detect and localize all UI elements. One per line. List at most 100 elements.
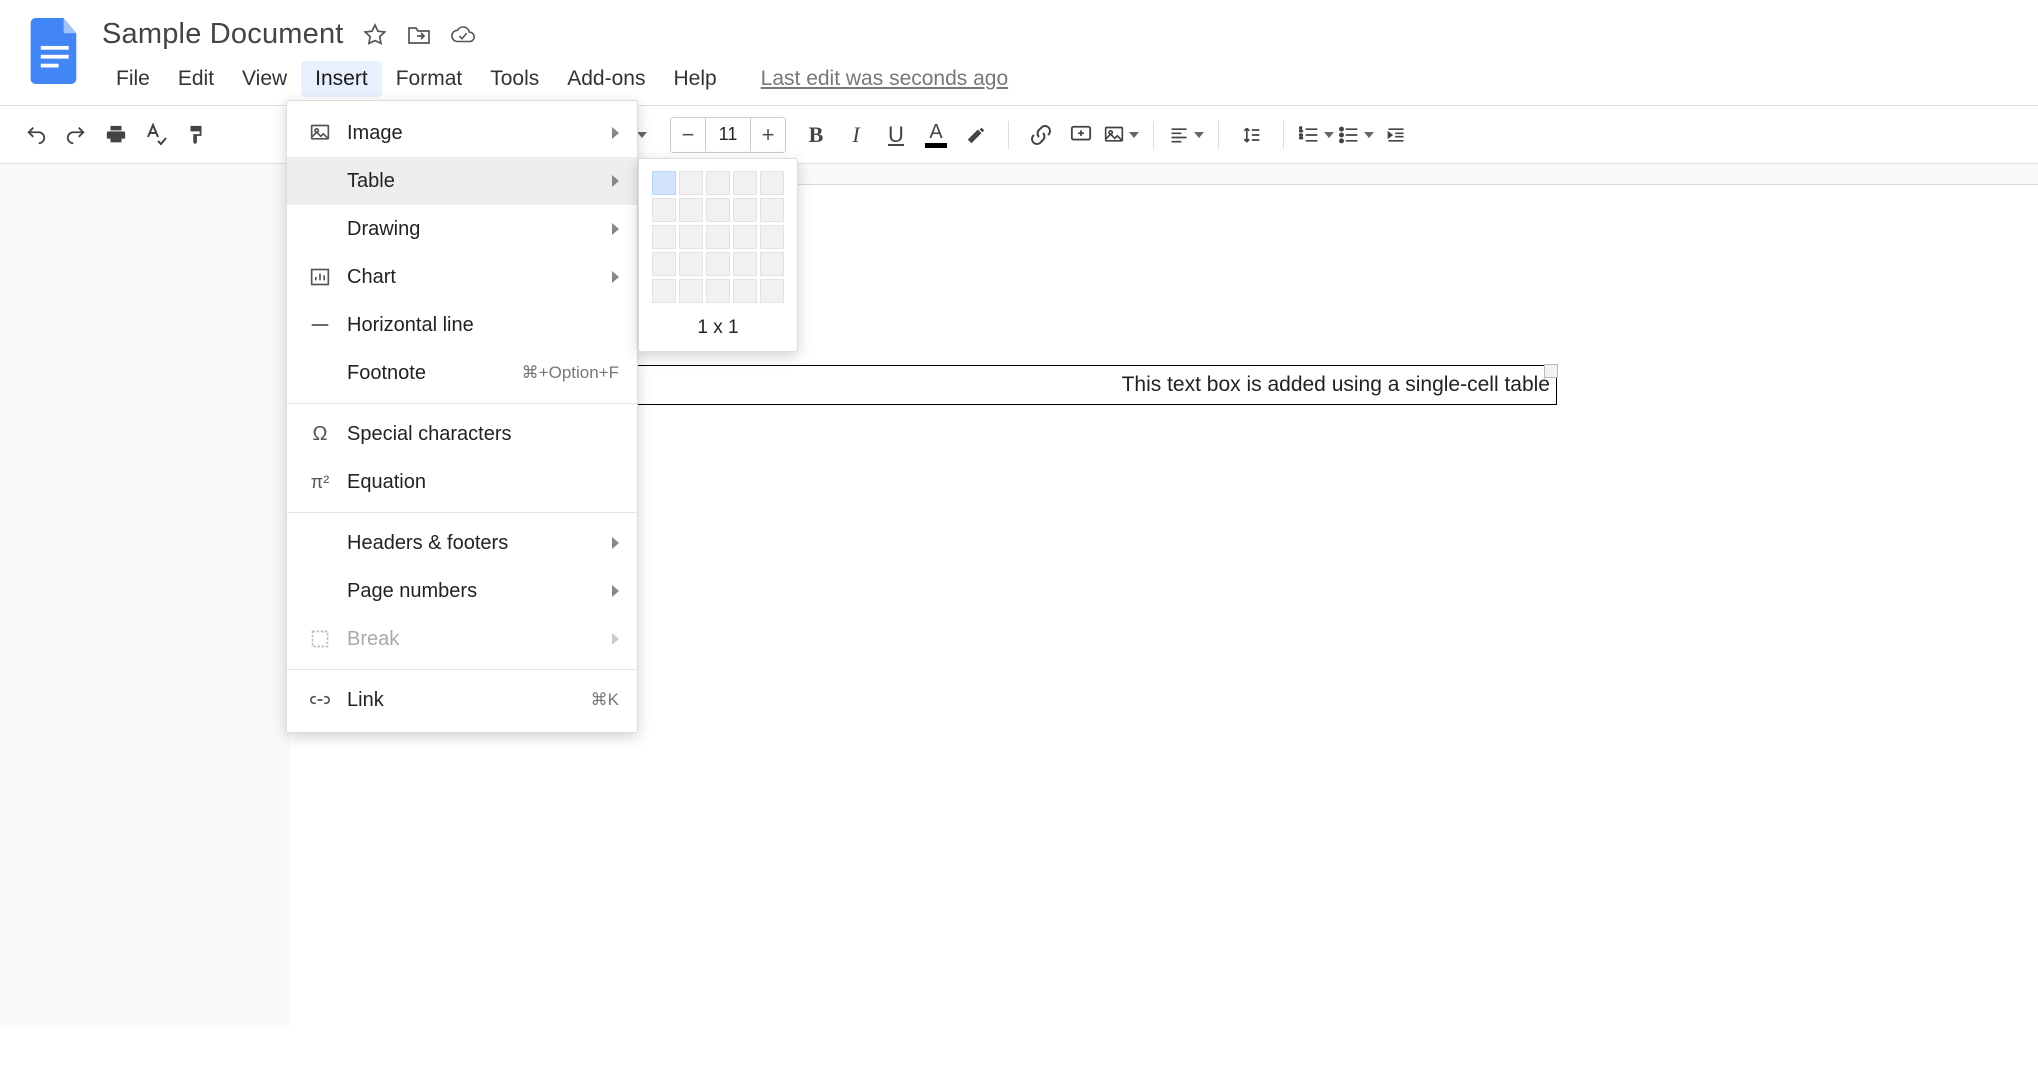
- insert-break[interactable]: Break: [287, 615, 637, 663]
- insert-table-label: Table: [347, 170, 604, 193]
- table-size-picker: 1 x 1: [638, 158, 798, 352]
- grid-cell[interactable]: [733, 171, 757, 195]
- insert-special-characters[interactable]: Ω Special characters: [287, 410, 637, 458]
- grid-cell[interactable]: [652, 279, 676, 303]
- insert-drawing[interactable]: Drawing: [287, 205, 637, 253]
- insert-image[interactable]: Image: [287, 109, 637, 157]
- insert-image-toolbar-icon[interactable]: [1103, 117, 1139, 153]
- image-icon: [305, 123, 335, 143]
- grid-cell[interactable]: [652, 252, 676, 276]
- submenu-arrow-icon: [612, 271, 619, 283]
- grid-cell[interactable]: [679, 171, 703, 195]
- insert-chart[interactable]: Chart: [287, 253, 637, 301]
- submenu-arrow-icon: [612, 127, 619, 139]
- grid-cell[interactable]: [733, 252, 757, 276]
- text-color-button[interactable]: A: [918, 117, 954, 153]
- grid-cell[interactable]: [733, 279, 757, 303]
- toolbar-separator: [1283, 121, 1284, 149]
- docs-logo-icon[interactable]: [30, 16, 82, 86]
- chart-icon: [305, 267, 335, 287]
- grid-cell[interactable]: [706, 171, 730, 195]
- menu-edit[interactable]: Edit: [164, 61, 228, 97]
- cloud-saved-icon[interactable]: [450, 22, 476, 48]
- grid-cell[interactable]: [760, 198, 784, 222]
- omega-icon: Ω: [305, 423, 335, 446]
- submenu-arrow-icon: [612, 175, 619, 187]
- bulleted-list-button[interactable]: [1338, 117, 1374, 153]
- cell-text[interactable]: This text box is added using a single-ce…: [1122, 373, 1550, 397]
- submenu-arrow-icon: [612, 537, 619, 549]
- insert-headers-footers[interactable]: Headers & footers: [287, 519, 637, 567]
- move-icon[interactable]: [406, 22, 432, 48]
- grid-cell[interactable]: [652, 225, 676, 249]
- numbered-list-button[interactable]: 12: [1298, 117, 1334, 153]
- grid-cell[interactable]: [679, 198, 703, 222]
- decrease-indent-button[interactable]: [1378, 117, 1414, 153]
- highlight-color-button[interactable]: [958, 117, 994, 153]
- spellcheck-icon[interactable]: [138, 117, 174, 153]
- insert-break-label: Break: [347, 628, 604, 651]
- font-size-value[interactable]: 11: [705, 118, 751, 151]
- insert-footnote[interactable]: Footnote ⌘+Option+F: [287, 349, 637, 397]
- last-edit-link[interactable]: Last edit was seconds ago: [761, 67, 1009, 91]
- menu-divider: [287, 512, 637, 513]
- link-icon: [305, 690, 335, 710]
- grid-cell[interactable]: [679, 225, 703, 249]
- star-icon[interactable]: [362, 22, 388, 48]
- grid-cell[interactable]: [652, 171, 676, 195]
- menu-addons[interactable]: Add-ons: [553, 61, 659, 97]
- grid-cell[interactable]: [760, 279, 784, 303]
- menu-insert[interactable]: Insert: [301, 61, 382, 97]
- cell-handle-icon[interactable]: [1544, 364, 1558, 378]
- menu-tools[interactable]: Tools: [476, 61, 553, 97]
- grid-cell[interactable]: [760, 171, 784, 195]
- paint-format-icon[interactable]: [178, 117, 214, 153]
- print-icon[interactable]: [98, 117, 134, 153]
- insert-equation[interactable]: π² Equation: [287, 458, 637, 506]
- font-size-control: − 11 +: [670, 117, 786, 153]
- font-size-increase[interactable]: +: [751, 122, 785, 148]
- grid-cell[interactable]: [706, 225, 730, 249]
- menu-help[interactable]: Help: [659, 61, 730, 97]
- grid-cell[interactable]: [679, 252, 703, 276]
- menu-divider: [287, 669, 637, 670]
- link-shortcut: ⌘K: [591, 690, 619, 710]
- italic-button[interactable]: I: [838, 117, 874, 153]
- underline-button[interactable]: U: [878, 117, 914, 153]
- menu-divider: [287, 403, 637, 404]
- insert-page-numbers[interactable]: Page numbers: [287, 567, 637, 615]
- insert-horizontal-line[interactable]: Horizontal line: [287, 301, 637, 349]
- redo-icon[interactable]: [58, 117, 94, 153]
- menu-view[interactable]: View: [228, 61, 301, 97]
- insert-table[interactable]: Table: [287, 157, 637, 205]
- menu-bar: File Edit View Insert Format Tools Add-o…: [102, 61, 2026, 105]
- grid-cell[interactable]: [733, 225, 757, 249]
- insert-image-label: Image: [347, 122, 604, 145]
- insert-link-label: Link: [347, 689, 591, 712]
- grid-cell[interactable]: [679, 279, 703, 303]
- bold-button[interactable]: B: [798, 117, 834, 153]
- insert-link-icon[interactable]: [1023, 117, 1059, 153]
- grid-cell[interactable]: [733, 198, 757, 222]
- toolbar-separator: [1218, 121, 1219, 149]
- submenu-arrow-icon: [612, 223, 619, 235]
- document-title[interactable]: Sample Document: [102, 18, 344, 51]
- app-header: Sample Document File Edit View Insert Fo…: [0, 0, 2038, 106]
- undo-icon[interactable]: [18, 117, 54, 153]
- grid-cell[interactable]: [706, 279, 730, 303]
- line-spacing-button[interactable]: [1233, 117, 1269, 153]
- grid-cell[interactable]: [706, 198, 730, 222]
- grid-cell[interactable]: [706, 252, 730, 276]
- insert-special-label: Special characters: [347, 423, 619, 446]
- font-size-decrease[interactable]: −: [671, 122, 705, 148]
- insert-link[interactable]: Link ⌘K: [287, 676, 637, 724]
- grid-cell[interactable]: [760, 225, 784, 249]
- insert-menu-dropdown: Image Table Drawing Chart Horizontal lin…: [286, 100, 638, 733]
- grid-cell[interactable]: [760, 252, 784, 276]
- align-button[interactable]: [1168, 117, 1204, 153]
- menu-file[interactable]: File: [102, 61, 164, 97]
- add-comment-icon[interactable]: [1063, 117, 1099, 153]
- grid-cell[interactable]: [652, 198, 676, 222]
- menu-format[interactable]: Format: [382, 61, 477, 97]
- table-grid[interactable]: [651, 171, 785, 303]
